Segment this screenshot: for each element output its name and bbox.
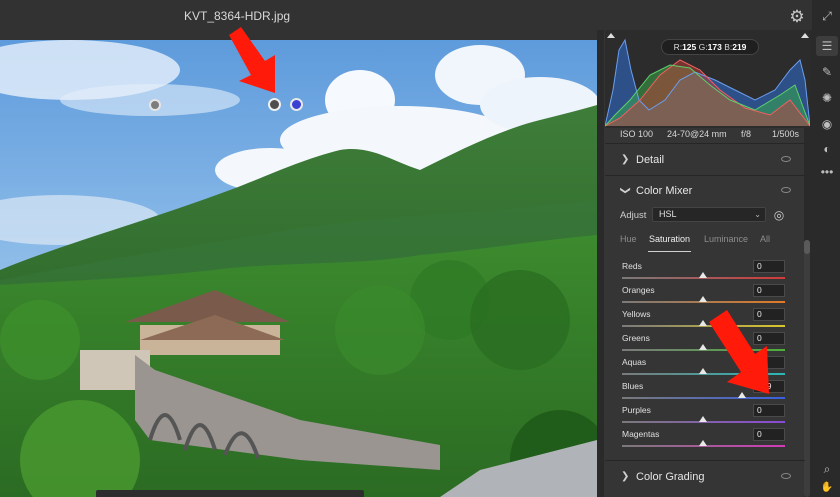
- b-value: 219: [732, 42, 747, 52]
- tab-hue[interactable]: Hue: [620, 234, 637, 244]
- expand-icon[interactable]: ⤢: [816, 6, 838, 26]
- radial-pin-grey[interactable]: [149, 99, 161, 111]
- chevron-down-icon: ⌄: [754, 210, 761, 219]
- panel-scrollbar[interactable]: [804, 240, 810, 497]
- b-label: B:: [724, 42, 733, 52]
- active-tab-indicator: [648, 251, 691, 252]
- section-color-mixer-title: Color Mixer: [636, 185, 693, 197]
- eye-icon[interactable]: [781, 156, 791, 162]
- tab-saturation[interactable]: Saturation: [649, 234, 690, 244]
- slider-label-oranges: Oranges: [622, 285, 655, 295]
- red-arrow-annotation: [709, 310, 769, 394]
- radial-pin-selected[interactable]: [268, 98, 281, 111]
- tab-luminance[interactable]: Luminance: [704, 234, 748, 244]
- photo-canvas[interactable]: [0, 40, 597, 497]
- chevron-down-icon: ❯: [619, 186, 631, 195]
- slider-label-blues: Blues: [622, 381, 644, 391]
- slider-label-yellows: Yellows: [622, 309, 651, 319]
- chevron-right-icon: ❯: [621, 154, 630, 165]
- red-arrow-annotation: [229, 27, 275, 93]
- section-color-grading[interactable]: ❯ Color Grading: [605, 463, 805, 493]
- slider-value-reds[interactable]: 0: [753, 260, 785, 273]
- slider-thumb-oranges[interactable]: [699, 296, 707, 302]
- exif-iso: ISO 100: [620, 129, 654, 139]
- targeted-adjustment-icon[interactable]: ◎: [771, 207, 787, 223]
- adjust-dropdown[interactable]: HSL ⌄: [652, 207, 766, 222]
- section-detail[interactable]: ❯ Detail: [605, 146, 805, 176]
- divider: [605, 143, 805, 144]
- rgb-readout: R:125 G:173 B:219: [661, 39, 759, 55]
- heal-icon[interactable]: ✺: [816, 88, 838, 108]
- hand-icon[interactable]: ✋: [816, 478, 838, 497]
- shadow-clipping-icon[interactable]: [607, 33, 615, 38]
- r-label: R:: [673, 42, 683, 52]
- brush-icon[interactable]: ✎: [816, 62, 838, 82]
- slider-thumb-magentas[interactable]: [699, 440, 707, 446]
- zoom-icon[interactable]: ⌕: [816, 459, 838, 479]
- chevron-right-icon: ❯: [621, 471, 630, 482]
- adjust-label: Adjust: [620, 210, 647, 221]
- more-icon[interactable]: •••: [816, 162, 838, 182]
- file-name: KVT_8364-HDR.jpg: [184, 9, 291, 23]
- adjust-dropdown-value: HSL: [659, 209, 677, 219]
- eye-icon[interactable]: [781, 187, 791, 193]
- exif-aperture: f/8: [741, 129, 752, 139]
- slider-value-purples[interactable]: 0: [753, 404, 785, 417]
- r-value: 125: [682, 42, 697, 52]
- g-value: 173: [707, 42, 722, 52]
- slider-thumb-purples[interactable]: [699, 416, 707, 422]
- slider-thumb-reds[interactable]: [699, 272, 707, 278]
- filmstrip-tab[interactable]: [96, 490, 364, 497]
- tab-all[interactable]: All: [760, 234, 770, 244]
- scrollbar-thumb[interactable]: [804, 240, 810, 254]
- exif-shutter: 1/500s: [772, 129, 800, 139]
- exif-lens: 24-70@24 mm: [667, 129, 727, 139]
- slider-label-greens: Greens: [622, 333, 650, 343]
- section-color-grading-title: Color Grading: [636, 471, 705, 483]
- slider-label-reds: Reds: [622, 261, 642, 271]
- section-color-mixer[interactable]: ❯ Color Mixer: [605, 177, 805, 207]
- slider-value-magentas[interactable]: 0: [753, 428, 785, 441]
- slider-value-oranges[interactable]: 0: [753, 284, 785, 297]
- g-label: G:: [698, 42, 708, 52]
- red-eye-icon[interactable]: ◉: [816, 114, 838, 134]
- radial-pin-blue[interactable]: [290, 98, 303, 111]
- eye-icon[interactable]: [781, 473, 791, 479]
- section-detail-title: Detail: [636, 154, 665, 166]
- masking-icon[interactable]: ◐: [816, 139, 838, 159]
- edit-sliders-icon[interactable]: ☰: [816, 36, 838, 56]
- divider: [605, 175, 805, 176]
- gear-icon[interactable]: ⚙: [787, 7, 807, 27]
- slider-label-purples: Purples: [622, 405, 651, 415]
- slider-label-aquas: Aquas: [622, 357, 647, 367]
- highlight-clipping-icon[interactable]: [801, 33, 809, 38]
- divider: [605, 460, 805, 461]
- slider-label-magentas: Magentas: [622, 429, 660, 439]
